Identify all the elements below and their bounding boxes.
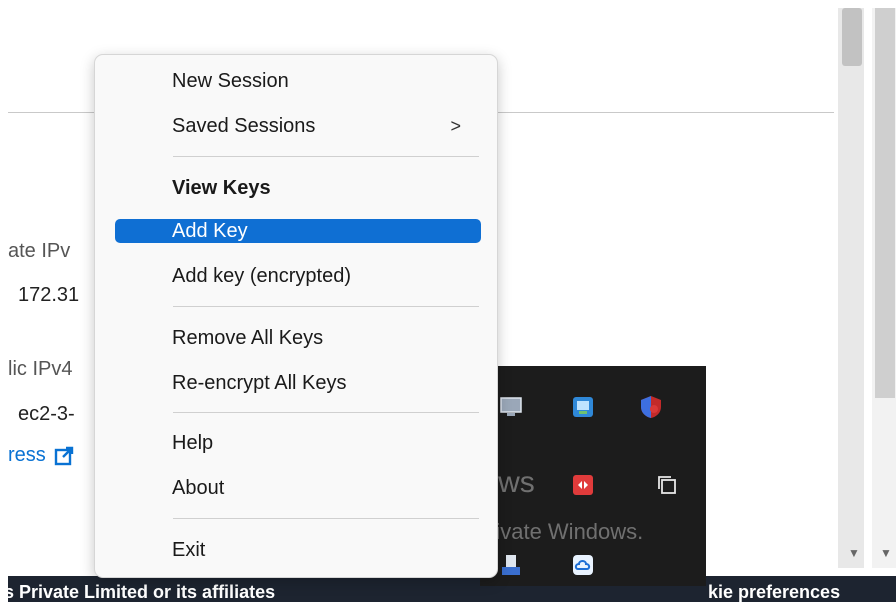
menu-item-saved-sessions[interactable]: Saved Sessions > (115, 109, 481, 143)
external-link-icon[interactable] (54, 446, 74, 466)
menu-item-label: Saved Sessions (172, 115, 316, 137)
menu-item-add-key-encrypted[interactable]: Add key (encrypted) (115, 259, 481, 293)
menu-separator (173, 518, 479, 519)
menu-separator (173, 306, 479, 307)
scroll-down-arrow-icon-2[interactable]: ▼ (880, 546, 892, 560)
submenu-chevron-right-icon: > (450, 116, 461, 136)
menu-separator (173, 412, 479, 413)
menu-item-label: Re-encrypt All Keys (172, 372, 347, 394)
copy-icon[interactable] (654, 472, 680, 498)
menu-item-label: New Session (172, 70, 289, 92)
monitor-icon[interactable] (498, 394, 524, 420)
open-address-link-label[interactable]: ress (8, 444, 46, 467)
cloud-icon[interactable] (570, 552, 596, 578)
footer-cookie-preferences[interactable]: kie preferences (708, 582, 840, 602)
menu-item-add-key[interactable]: Add Key (115, 219, 481, 243)
menu-item-label: View Keys (172, 177, 271, 199)
menu-item-about[interactable]: About (115, 471, 481, 505)
page-scrollbar-thumb[interactable] (842, 8, 862, 66)
footer-copyright-text: s Private Limited or its affiliates (8, 582, 276, 602)
menu-item-label: Add Key (172, 220, 248, 242)
menu-item-exit[interactable]: Exit (115, 533, 481, 567)
public-ipv4-label: lic IPv4 (8, 358, 73, 380)
menu-item-view-keys[interactable]: View Keys (115, 171, 481, 205)
window-scrollbar-thumb[interactable] (875, 8, 895, 398)
private-ipv4-label: ate IPv (8, 240, 71, 262)
usb-icon[interactable] (498, 552, 524, 578)
public-ipv4-value: ec2-3- (18, 403, 75, 425)
menu-item-label: Help (172, 432, 214, 454)
menu-item-label: Exit (172, 539, 206, 561)
scroll-down-arrow-icon[interactable]: ▼ (848, 546, 860, 560)
menu-item-re-encrypt-all-keys[interactable]: Re-encrypt All Keys (115, 366, 481, 400)
menu-separator (173, 156, 479, 157)
page-footer: s Private Limited or its affiliates kie … (8, 576, 896, 602)
red-app-icon[interactable] (570, 472, 596, 498)
shield-icon[interactable] (638, 394, 664, 420)
menu-item-help[interactable]: Help (115, 426, 481, 460)
menu-item-label: Add key (encrypted) (172, 265, 351, 287)
pageant-context-menu: New Session Saved Sessions > View Keys Ad… (94, 54, 498, 578)
menu-item-label: Remove All Keys (172, 327, 324, 349)
network-icon[interactable] (570, 394, 596, 420)
page-scrollbar[interactable] (838, 8, 864, 568)
menu-item-label: About (172, 477, 225, 499)
menu-item-new-session[interactable]: New Session (115, 64, 481, 98)
open-address-link[interactable]: ress (8, 444, 74, 467)
private-ipv4-value: 172.31 (18, 284, 80, 306)
menu-item-remove-all-keys[interactable]: Remove All Keys (115, 321, 481, 355)
